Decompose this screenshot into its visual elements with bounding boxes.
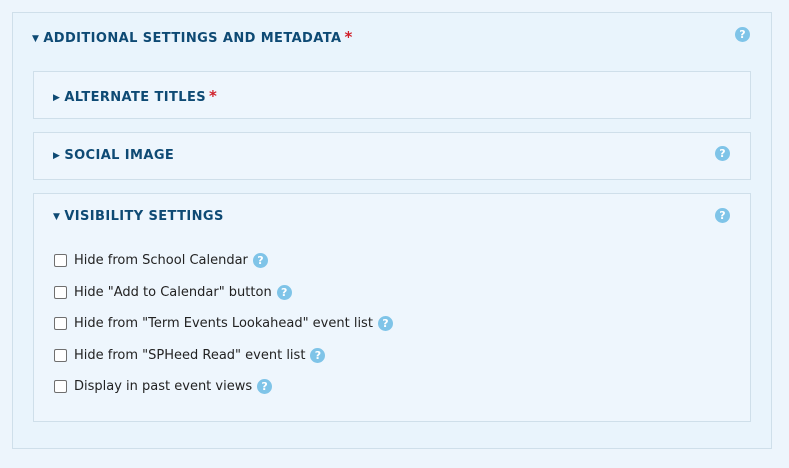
required-marker: *: [208, 87, 218, 105]
hide-spheed-read-checkbox[interactable]: [54, 348, 67, 362]
help-icon[interactable]: ?: [276, 284, 292, 300]
alternate-titles-panel: ▶ ALTERNATE TITLES *: [33, 71, 751, 119]
triangle-right-icon: ▶: [53, 151, 61, 161]
visibility-settings-panel: ▼ VISIBILITY SETTINGS ? Hide from School …: [33, 193, 751, 422]
option-display-past-event-views[interactable]: Display in past event views ?: [54, 376, 273, 396]
option-hide-spheed-read[interactable]: Hide from "SPHeed Read" event list ?: [54, 345, 326, 365]
checkbox-label[interactable]: Hide from "SPHeed Read" event list: [74, 348, 305, 363]
triangle-down-icon: ▼: [53, 212, 61, 222]
help-icon[interactable]: ?: [377, 315, 393, 331]
checkbox-label[interactable]: Display in past event views: [74, 379, 252, 394]
triangle-down-icon: ▼: [32, 34, 40, 44]
option-hide-add-to-calendar[interactable]: Hide "Add to Calendar" button ?: [54, 282, 292, 302]
help-icon[interactable]: ?: [310, 347, 326, 363]
additional-settings-summary[interactable]: ▼ ADDITIONAL SETTINGS AND METADATA *: [32, 28, 353, 46]
hide-school-calendar-checkbox[interactable]: [54, 253, 67, 267]
help-icon[interactable]: ?: [257, 378, 273, 394]
hide-add-to-calendar-checkbox[interactable]: [54, 285, 67, 299]
social-image-title: SOCIAL IMAGE: [64, 148, 175, 163]
alternate-titles-title: ALTERNATE TITLES: [64, 90, 206, 105]
checkbox-label[interactable]: Hide from School Calendar: [74, 253, 248, 268]
triangle-right-icon: ▶: [53, 93, 61, 103]
help-icon[interactable]: ?: [715, 146, 730, 161]
display-past-event-views-checkbox[interactable]: [54, 379, 67, 393]
social-image-panel: ▶ SOCIAL IMAGE ?: [33, 132, 751, 180]
help-icon[interactable]: ?: [735, 27, 750, 42]
option-hide-school-calendar[interactable]: Hide from School Calendar ?: [54, 250, 268, 270]
visibility-settings-summary[interactable]: ▼ VISIBILITY SETTINGS: [53, 209, 224, 224]
help-icon[interactable]: ?: [252, 252, 268, 268]
hide-term-events-lookahead-checkbox[interactable]: [54, 316, 67, 330]
additional-settings-fieldset: ▼ ADDITIONAL SETTINGS AND METADATA * ? ▶ AL…: [12, 12, 772, 449]
checkbox-label[interactable]: Hide "Add to Calendar" button: [74, 285, 272, 300]
checkbox-label[interactable]: Hide from "Term Events Lookahead" event …: [74, 316, 373, 331]
additional-settings-title: ADDITIONAL SETTINGS AND METADATA: [43, 31, 342, 46]
required-marker: *: [344, 28, 353, 46]
option-hide-term-events-lookahead[interactable]: Hide from "Term Events Lookahead" event …: [54, 313, 393, 333]
visibility-settings-title: VISIBILITY SETTINGS: [64, 209, 224, 224]
social-image-summary[interactable]: ▶ SOCIAL IMAGE: [53, 148, 174, 163]
help-icon[interactable]: ?: [715, 208, 730, 223]
alternate-titles-summary[interactable]: ▶ ALTERNATE TITLES *: [53, 87, 217, 105]
